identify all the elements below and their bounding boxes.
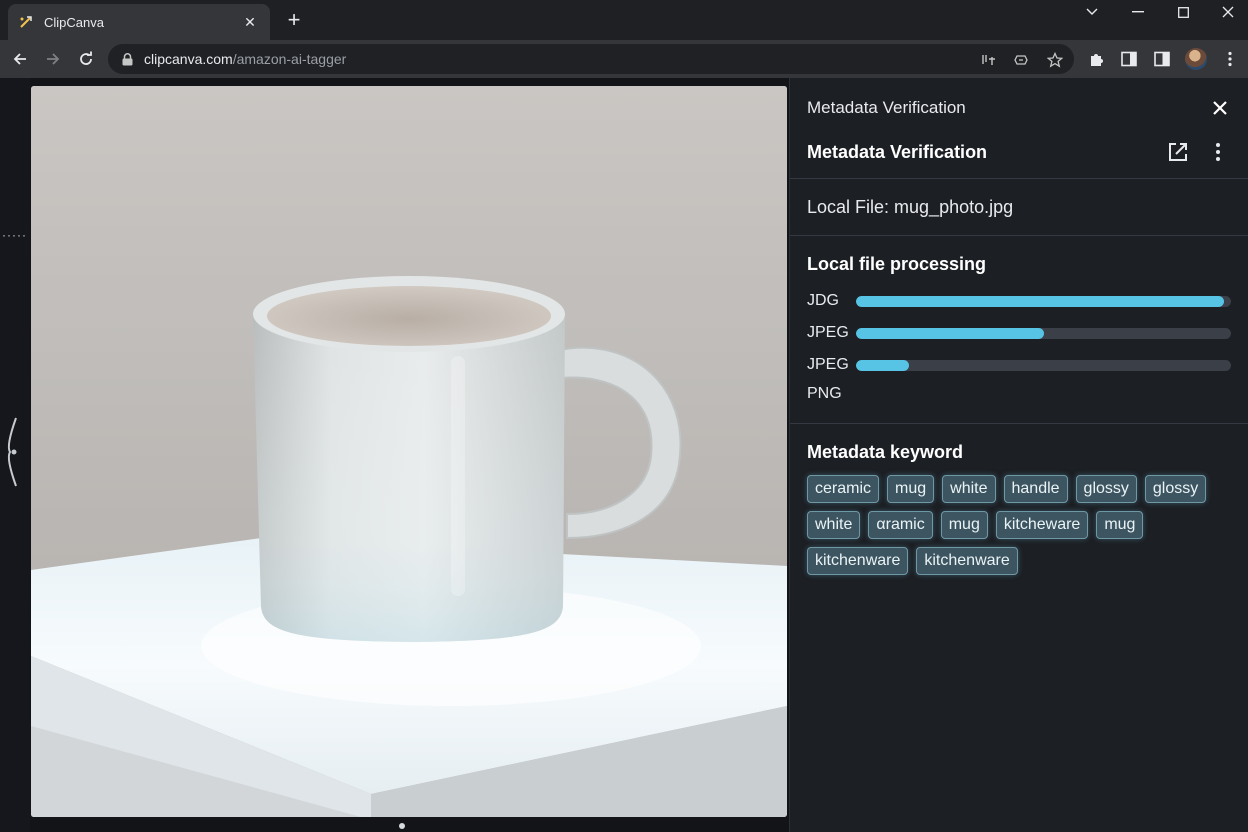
panel-subheader: Metadata Verification [790,132,1248,172]
ellipsis-icon: ····· [2,228,27,242]
lock-icon[interactable] [120,52,134,66]
progress-fill [856,327,1044,339]
keyword-chip[interactable]: ceramic [807,475,880,503]
processing-row-jpeg-2: JPEG [807,349,1231,381]
browser-menu-kebab-icon[interactable] [1219,48,1241,70]
panel-subtitle: Metadata Verification [807,141,988,162]
side-panel-icon[interactable] [1118,48,1140,70]
close-window-button[interactable] [1206,0,1248,24]
address-bar[interactable]: clipcanva.com/amazon-ai-tagger [108,44,1074,74]
keyword-chip[interactable]: white [807,511,861,539]
keyword-chip[interactable]: kitcheware [995,511,1089,539]
panel-more-kebab-icon[interactable] [1205,139,1231,165]
left-edge-strip: ····· [0,78,30,832]
scroll-indicator-dot [399,823,405,829]
clipcanva-favicon-icon [18,14,34,30]
open-in-new-icon[interactable] [1165,139,1191,165]
browser-title-bar: ClipCanva ✕ + [0,0,1248,40]
install-app-icon[interactable] [1012,51,1030,69]
processing-title: Local file processing [807,254,987,274]
translate-icon[interactable] [980,51,998,69]
mug-product-image[interactable] [31,86,787,817]
side-panel-title: Metadata Verification [807,98,966,117]
processing-label: JDG [807,292,839,309]
processing-label: JPEG [807,356,849,373]
keyword-chip[interactable]: kitchenware [807,547,909,575]
keywords-title: Metadata keyword [807,442,964,462]
keyword-chip[interactable]: white [942,475,996,503]
keyword-chip[interactable]: glossy [1075,475,1137,503]
browser-toolbar: clipcanva.com/amazon-ai-tagger [0,40,1248,78]
forward-button[interactable] [41,47,65,71]
bookmark-star-icon[interactable] [1046,51,1064,69]
metadata-side-panel: Metadata Verification Metadata Verificat… [789,78,1248,832]
extensions-puzzle-icon[interactable] [1086,48,1108,70]
side-panel-header: Metadata Verification [790,78,1248,138]
keyword-chip-list: ceramic mug white handle glossy glossy white αr… [807,475,1227,575]
keyword-chip[interactable]: mug [940,511,988,539]
keyword-chip[interactable]: αramic [868,511,933,539]
processing-row-png: PNG [807,381,1231,407]
progress-fill [856,359,909,371]
progress-track [856,327,1231,339]
reload-button[interactable] [74,47,98,71]
new-tab-button[interactable]: + [282,8,306,32]
back-button[interactable] [8,47,32,71]
browser-tab[interactable]: ClipCanva ✕ [8,4,270,40]
collapse-handle-icon[interactable] [4,416,20,488]
keyword-chip[interactable]: handle [1003,475,1068,503]
tab-close-icon[interactable]: ✕ [240,12,260,32]
keyword-chip[interactable]: mug [887,475,935,503]
page-content: ····· Metadata Verification Metadata Ver… [0,78,1248,832]
processing-label: JPEG [807,324,849,341]
close-panel-icon[interactable] [1209,97,1231,119]
minimize-button[interactable] [1116,0,1160,24]
local-file-name: Local File: mug_photo.jpg [807,196,1014,217]
keyword-chip[interactable]: mug [1096,511,1144,539]
keyword-chip[interactable]: glossy [1144,475,1207,503]
keywords-section: Metadata keyword ceramic mug white handle gl… [790,424,1248,591]
progress-fill [856,295,1224,307]
tab-title: ClipCanva [44,14,104,30]
processing-section: Local file processing JDG JPEG JPEG PNG [790,236,1248,423]
tab-search-chevron-icon[interactable] [1070,0,1114,24]
url-path: /amazon-ai-tagger [232,51,347,67]
processing-row-jpeg-1: JPEG [807,317,1231,349]
reading-list-icon[interactable] [1151,48,1173,70]
processing-label: PNG [807,385,842,402]
keyword-chip[interactable]: kitchenware [916,547,1018,575]
processing-row-jdg: JDG [807,285,1231,317]
profile-avatar[interactable] [1185,48,1207,70]
progress-track [856,295,1231,307]
progress-track [856,359,1231,371]
maximize-button[interactable] [1161,0,1205,24]
url-host: clipcanva.com [144,51,233,67]
